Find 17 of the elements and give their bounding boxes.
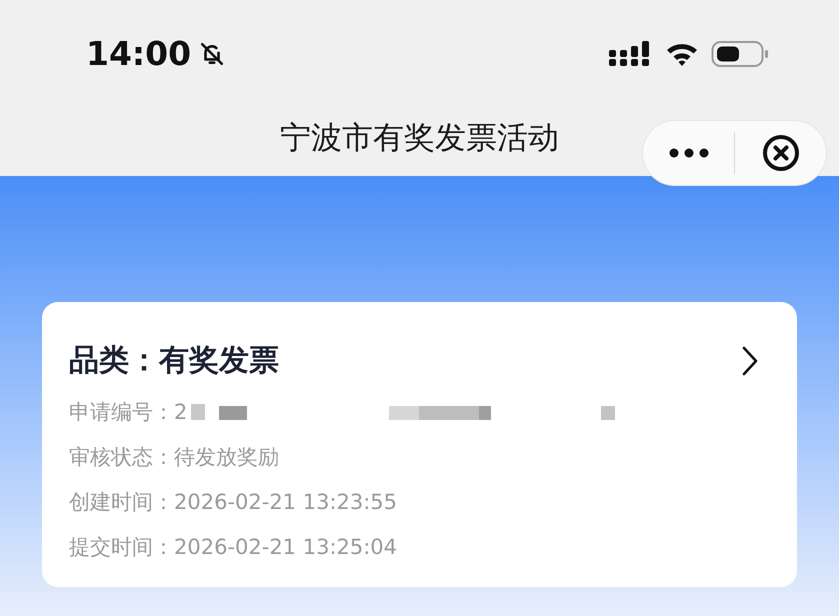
field-label: 申请编号： xyxy=(69,399,174,426)
battery-icon xyxy=(711,40,769,68)
field-label: 审核状态： xyxy=(69,444,174,471)
field-label: 创建时间： xyxy=(69,489,174,516)
application-card[interactable]: 品类：有奖发票 申请编号：2 审核状态：待发放奖励 创建时间：2026-02-21 13:23:55 提交时间：2026-02-21 13:25:04 xyxy=(42,302,797,587)
wifi-icon xyxy=(665,41,699,67)
clock-time: 14:00 xyxy=(86,33,192,76)
field-value: 2026-02-21 13:23:55 xyxy=(174,489,398,516)
page-title: 宁波市有奖发票活动 xyxy=(280,118,559,158)
field-value: 待发放奖励 xyxy=(174,444,279,471)
chevron-right-icon xyxy=(741,344,759,376)
field-value: 2026-02-21 13:25:04 xyxy=(174,534,398,561)
close-icon xyxy=(762,134,800,172)
field-value: 2 xyxy=(174,399,188,426)
category-title: 品类：有奖发票 xyxy=(69,342,279,380)
more-icon xyxy=(668,148,708,158)
field-label: 提交时间： xyxy=(69,534,174,561)
